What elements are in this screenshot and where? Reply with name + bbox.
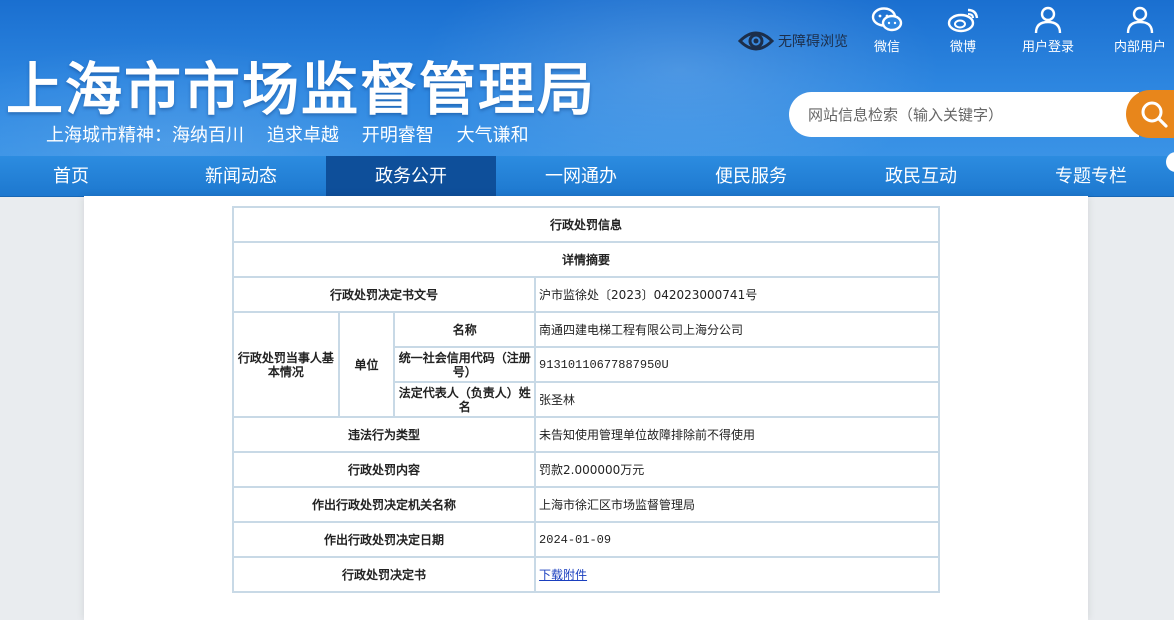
party-info-label: 行政处罚当事人基本情况 — [233, 312, 339, 417]
nav-gov-affairs[interactable]: 政务公开 — [326, 156, 496, 196]
credit-code-value: 91310110677887950U — [535, 347, 939, 382]
penalty-info-table: 行政处罚信息 详情摘要 行政处罚决定书文号 沪市监徐处〔2023〕0420230… — [232, 206, 940, 593]
accessibility-label: 无障碍浏览 — [778, 34, 848, 50]
site-title[interactable]: 上海市市场监督管理局 — [6, 44, 596, 126]
accessibility-link[interactable]: 无障碍浏览 — [738, 26, 848, 56]
nav-news[interactable]: 新闻动态 — [156, 156, 326, 196]
site-header: 上海市市场监督管理局 上海城市精神：海纳百川 追求卓越 开明睿智 大气谦和 无障… — [0, 0, 1174, 156]
user-icon — [1034, 6, 1062, 34]
download-attachment-link[interactable]: 下载附件 — [539, 568, 587, 582]
credit-code-label: 统一社会信用代码（注册号） — [394, 347, 536, 382]
decision-date-value: 2024-01-09 — [535, 522, 939, 557]
table-row: 行政处罚当事人基本情况 单位 名称 南通四建电梯工程有限公司上海分公司 — [233, 312, 939, 417]
table-heading: 行政处罚信息 — [233, 207, 939, 242]
nav-topics[interactable]: 专题专栏 — [1006, 156, 1174, 196]
table-row: 行政处罚决定书文号 沪市监徐处〔2023〕042023000741号 — [233, 277, 939, 312]
eye-icon — [738, 31, 774, 51]
table-row: 作出行政处罚决定日期 2024-01-09 — [233, 522, 939, 557]
violation-type-value: 未告知使用管理单位故障排除前不得使用 — [535, 417, 939, 452]
nav-interaction[interactable]: 政民互动 — [836, 156, 1006, 196]
decision-doc-label: 行政处罚决定书 — [233, 557, 536, 592]
nav-one-stop[interactable]: 一网通办 — [496, 156, 666, 196]
weibo-label: 微博 — [949, 40, 976, 55]
internal-user-link[interactable]: 内部用户 — [1105, 6, 1174, 55]
table-row: 行政处罚决定书 下载附件 — [233, 557, 939, 592]
unit-label: 单位 — [338, 312, 395, 417]
user-login-label: 用户登录 — [1021, 40, 1074, 55]
legal-rep-value: 张圣林 — [535, 382, 939, 417]
violation-type-label: 违法行为类型 — [233, 417, 536, 452]
table-row: 违法行为类型 未告知使用管理单位故障排除前不得使用 — [233, 417, 939, 452]
decision-doc-cell: 下载附件 — [535, 557, 939, 592]
doc-number-label: 行政处罚决定书文号 — [233, 277, 536, 312]
penalty-content-value: 罚款2.000000万元 — [535, 452, 939, 487]
city-slogan: 上海城市精神：海纳百川 追求卓越 开明睿智 大气谦和 — [46, 125, 529, 146]
decision-date-label: 作出行政处罚决定日期 — [233, 522, 536, 557]
table-row: 行政处罚内容 罚款2.000000万元 — [233, 452, 939, 487]
search-icon — [1141, 101, 1168, 128]
internal-user-label: 内部用户 — [1113, 40, 1166, 55]
nav-public-service[interactable]: 便民服务 — [666, 156, 836, 196]
main-nav: 首页 新闻动态 政务公开 一网通办 便民服务 政民互动 专题专栏 — [0, 156, 1174, 197]
wechat-label: 微信 — [873, 40, 900, 55]
table-row: 作出行政处罚决定机关名称 上海市徐汇区市场监督管理局 — [233, 487, 939, 522]
authority-label: 作出行政处罚决定机关名称 — [233, 487, 536, 522]
name-value: 南通四建电梯工程有限公司上海分公司 — [535, 312, 939, 347]
weibo-icon — [947, 8, 979, 33]
user-icon — [1126, 6, 1154, 34]
name-label: 名称 — [394, 312, 536, 347]
authority-value: 上海市徐汇区市场监督管理局 — [535, 487, 939, 522]
search-input[interactable] — [806, 104, 1110, 125]
nav-home[interactable]: 首页 — [0, 156, 142, 196]
user-login-link[interactable]: 用户登录 — [1013, 6, 1083, 55]
table-subheading: 详情摘要 — [233, 242, 939, 277]
penalty-content-label: 行政处罚内容 — [233, 452, 536, 487]
search-box — [789, 92, 1139, 137]
wechat-link[interactable]: 微信 — [852, 6, 922, 55]
weibo-link[interactable]: 微博 — [928, 6, 998, 55]
wechat-icon — [871, 7, 903, 32]
search-button[interactable] — [1126, 90, 1174, 138]
legal-rep-label: 法定代表人（负责人）姓名 — [394, 382, 536, 417]
doc-number-value: 沪市监徐处〔2023〕042023000741号 — [535, 277, 939, 312]
